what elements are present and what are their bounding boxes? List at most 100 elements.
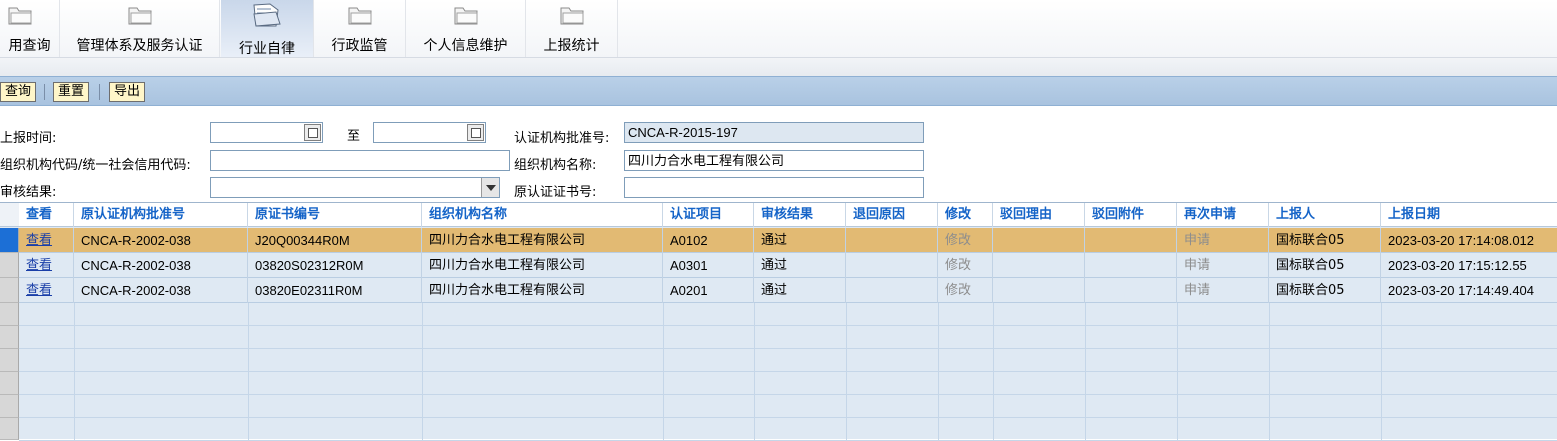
reporter-cell: 国标联合05 xyxy=(1269,278,1381,303)
row-selector[interactable] xyxy=(0,303,19,326)
table-header: 查看 原认证机构批准号 原证书编号 组织机构名称 认证项目 审核结果 退回原因 … xyxy=(19,203,1557,227)
col-header-reporter: 上报人 xyxy=(1269,203,1381,227)
tab-administrative-supervision[interactable]: 行政监管 xyxy=(314,0,406,57)
toolbar-separator xyxy=(44,84,45,100)
calendar-icon[interactable] xyxy=(304,124,321,141)
col-header-orig-approval-no: 原认证机构批准号 xyxy=(74,203,248,227)
export-button[interactable]: 导出 xyxy=(109,82,146,102)
report-date-cell: 2023-03-20 17:15:12.55 xyxy=(1388,258,1527,273)
reapply-button[interactable]: 申请 xyxy=(1177,228,1269,253)
col-header-reject-attachment: 驳回附件 xyxy=(1085,203,1177,227)
column-divider xyxy=(248,303,249,440)
chevron-down-icon[interactable] xyxy=(481,178,499,197)
top-navigation: 用查询 管理体系及服务认证 行业自律 行政监管 个人信息维护 上报统计 xyxy=(0,0,1557,58)
return-reason-cell xyxy=(846,253,938,278)
tab-report-statistics[interactable]: 上报统计 xyxy=(526,0,618,57)
review-result-cell: 通过 xyxy=(754,253,846,278)
org-name-cell: 四川力合水电工程有限公司 xyxy=(422,278,663,303)
cert-item-cell: A0201 xyxy=(663,278,754,303)
reporter-cell: 国标联合05 xyxy=(1269,228,1381,253)
toolbar: 查询 重置 导出 xyxy=(0,76,1557,106)
orig-cert-no-input[interactable] xyxy=(624,177,924,198)
empty-grid-area xyxy=(19,303,1557,440)
tab-label: 上报统计 xyxy=(543,38,600,54)
reject-attachment-cell xyxy=(1085,278,1177,303)
row-selector[interactable] xyxy=(0,253,19,278)
tab-label: 行政监管 xyxy=(331,38,388,54)
org-code-input[interactable] xyxy=(210,150,510,171)
column-divider xyxy=(1269,303,1270,440)
col-header-view: 查看 xyxy=(19,203,74,227)
view-link[interactable]: 查看 xyxy=(19,228,74,253)
to-label: 至 xyxy=(347,129,361,144)
tab-personal-info[interactable]: 个人信息维护 xyxy=(406,0,526,57)
reject-reason-cell xyxy=(993,278,1085,303)
folder-icon xyxy=(348,7,371,25)
return-reason-cell xyxy=(846,278,938,303)
report-time-from-input[interactable] xyxy=(210,122,323,143)
review-result-cell: 通过 xyxy=(754,228,846,253)
folder-icon xyxy=(8,7,31,25)
report-time-label: 上报时间: xyxy=(0,131,57,146)
modify-button[interactable]: 修改 xyxy=(938,228,993,253)
tab-management-system-certification[interactable]: 管理体系及服务认证 xyxy=(60,0,220,57)
folder-icon xyxy=(128,7,151,25)
tab-industry-self-discipline[interactable]: 行业自律 xyxy=(221,0,314,57)
row-selector-header xyxy=(0,203,19,227)
row-selector[interactable] xyxy=(0,418,19,440)
tab-label: 管理体系及服务认证 xyxy=(76,38,203,54)
modify-button[interactable]: 修改 xyxy=(938,253,993,278)
modify-button[interactable]: 修改 xyxy=(938,278,993,303)
org-code-label: 组织机构代码/统一社会信用代码: xyxy=(0,158,191,173)
report-date-cell: 2023-03-20 17:14:08.012 xyxy=(1388,233,1535,248)
column-divider xyxy=(1177,303,1178,440)
reset-button[interactable]: 重置 xyxy=(53,82,90,102)
cert-item-cell: A0102 xyxy=(663,228,754,253)
orig-cert-no-cell: J20Q00344R0M xyxy=(248,228,422,253)
column-divider xyxy=(1381,303,1382,440)
calendar-icon[interactable] xyxy=(467,124,484,141)
review-result-select[interactable] xyxy=(210,177,500,198)
row-selector[interactable] xyxy=(0,326,19,349)
org-name-input[interactable]: 四川力合水电工程有限公司 xyxy=(624,150,924,171)
orig-approval-no-cell: CNCA-R-2002-038 xyxy=(74,278,248,303)
orig-approval-no-cell: CNCA-R-2002-038 xyxy=(74,228,248,253)
reject-reason-cell xyxy=(993,253,1085,278)
view-link[interactable]: 查看 xyxy=(19,278,74,303)
return-reason-cell xyxy=(846,228,938,253)
view-link[interactable]: 查看 xyxy=(19,253,74,278)
column-divider xyxy=(422,303,423,440)
org-name-cell: 四川力合水电工程有限公司 xyxy=(422,228,663,253)
query-button[interactable]: 查询 xyxy=(0,82,37,102)
tab-credit-query[interactable]: 用查询 xyxy=(0,0,60,57)
tab-label: 用查询 xyxy=(8,38,51,54)
tab-label: 个人信息维护 xyxy=(423,38,508,54)
row-selector[interactable] xyxy=(0,228,19,253)
col-header-review-result: 审核结果 xyxy=(754,203,846,227)
table-row[interactable]: 查看 CNCA-R-2002-038 03820S02312R0M 四川力合水电… xyxy=(19,253,1557,278)
table-row[interactable]: 查看 CNCA-R-2002-038 03820E02311R0M 四川力合水电… xyxy=(19,278,1557,303)
reject-attachment-cell xyxy=(1085,253,1177,278)
reapply-button[interactable]: 申请 xyxy=(1177,253,1269,278)
reject-reason-cell xyxy=(993,228,1085,253)
orig-cert-no-cell: 03820E02311R0M xyxy=(248,278,422,303)
review-result-cell: 通过 xyxy=(754,278,846,303)
reapply-button[interactable]: 申请 xyxy=(1177,278,1269,303)
row-selector[interactable] xyxy=(0,278,19,303)
review-result-label: 审核结果: xyxy=(0,185,57,200)
org-name-cell: 四川力合水电工程有限公司 xyxy=(422,253,663,278)
row-selector[interactable] xyxy=(0,372,19,395)
row-selector[interactable] xyxy=(0,349,19,372)
approval-no-field: CNCA-R-2015-197 xyxy=(624,122,924,143)
row-selector[interactable] xyxy=(0,395,19,418)
col-header-cert-item: 认证项目 xyxy=(663,203,754,227)
report-time-to-input[interactable] xyxy=(373,122,486,143)
orig-cert-no-cell: 03820S02312R0M xyxy=(248,253,422,278)
reporter-cell: 国标联合05 xyxy=(1269,253,1381,278)
reject-attachment-cell xyxy=(1085,228,1177,253)
open-folder-icon xyxy=(253,3,281,27)
approval-no-label: 认证机构批准号: xyxy=(514,131,610,146)
toolbar-separator xyxy=(99,84,100,100)
table-row[interactable]: 查看 CNCA-R-2002-038 J20Q00344R0M 四川力合水电工程… xyxy=(19,228,1557,253)
col-header-return-reason: 退回原因 xyxy=(846,203,938,227)
